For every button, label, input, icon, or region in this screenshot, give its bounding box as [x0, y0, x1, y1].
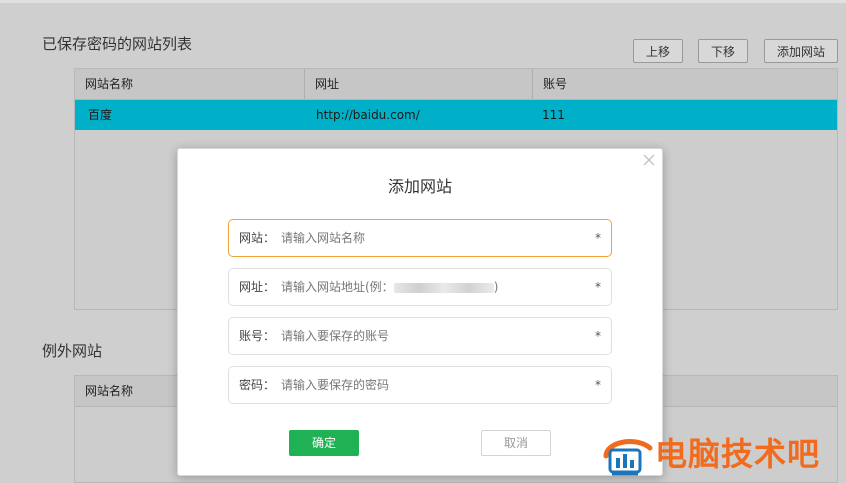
field-label: 密码：	[239, 378, 276, 392]
add-site-button[interactable]: 添加网站	[764, 39, 838, 63]
cancel-button[interactable]: 取消	[481, 430, 551, 456]
move-down-button[interactable]: 下移	[698, 39, 748, 63]
field-label: 网站：	[239, 231, 276, 245]
required-mark: *	[595, 329, 601, 343]
cell-account: 111	[542, 108, 565, 122]
watermark-text: 电脑技术吧	[655, 435, 821, 473]
account-field[interactable]: 账号： *	[228, 317, 612, 355]
watermark-logo-icon	[603, 439, 653, 476]
field-label: 网址：	[239, 280, 276, 294]
blurred-example-url	[393, 282, 494, 293]
account-input[interactable]	[281, 324, 581, 348]
cell-site-name: 百度	[88, 108, 113, 122]
column-header-site-name[interactable]: 网站名称	[75, 69, 304, 99]
field-label: 账号：	[239, 329, 276, 343]
watermark: 电脑技术吧	[600, 432, 840, 480]
top-divider	[0, 0, 846, 3]
confirm-button[interactable]: 确定	[289, 430, 359, 456]
password-input[interactable]	[281, 373, 581, 397]
url-placeholder-text: 请输入网站地址(例：	[281, 280, 394, 294]
required-mark: *	[595, 231, 601, 245]
move-up-button[interactable]: 上移	[633, 39, 683, 63]
password-field[interactable]: 密码： *	[228, 366, 612, 404]
required-mark: *	[595, 378, 601, 392]
required-mark: *	[595, 280, 601, 294]
table-row[interactable]: 百度 http://baidu.com/ 111	[75, 100, 837, 130]
site-url-input[interactable]: 请输入网站地址(例：)	[281, 269, 498, 305]
exception-sites-title: 例外网站	[42, 342, 103, 360]
cell-url: http://baidu.com/	[316, 108, 420, 122]
site-name-input[interactable]	[281, 226, 581, 250]
site-url-field[interactable]: 网址： 请输入网站地址(例：) *	[228, 268, 612, 306]
url-placeholder-end: )	[493, 280, 499, 294]
saved-sites-title: 已保存密码的网站列表	[42, 35, 193, 53]
dialog-title: 添加网站	[387, 177, 452, 196]
close-icon[interactable]	[642, 153, 656, 167]
add-site-dialog: 添加网站 网站： * 网址： 请输入网站地址(例：) * 账号： * 密码： *…	[177, 148, 663, 476]
site-name-field[interactable]: 网站： *	[228, 219, 612, 257]
column-header-url[interactable]: 网址	[304, 69, 532, 99]
table-header: 网站名称 网址 账号	[75, 69, 837, 100]
column-header-account[interactable]: 账号	[532, 69, 837, 99]
